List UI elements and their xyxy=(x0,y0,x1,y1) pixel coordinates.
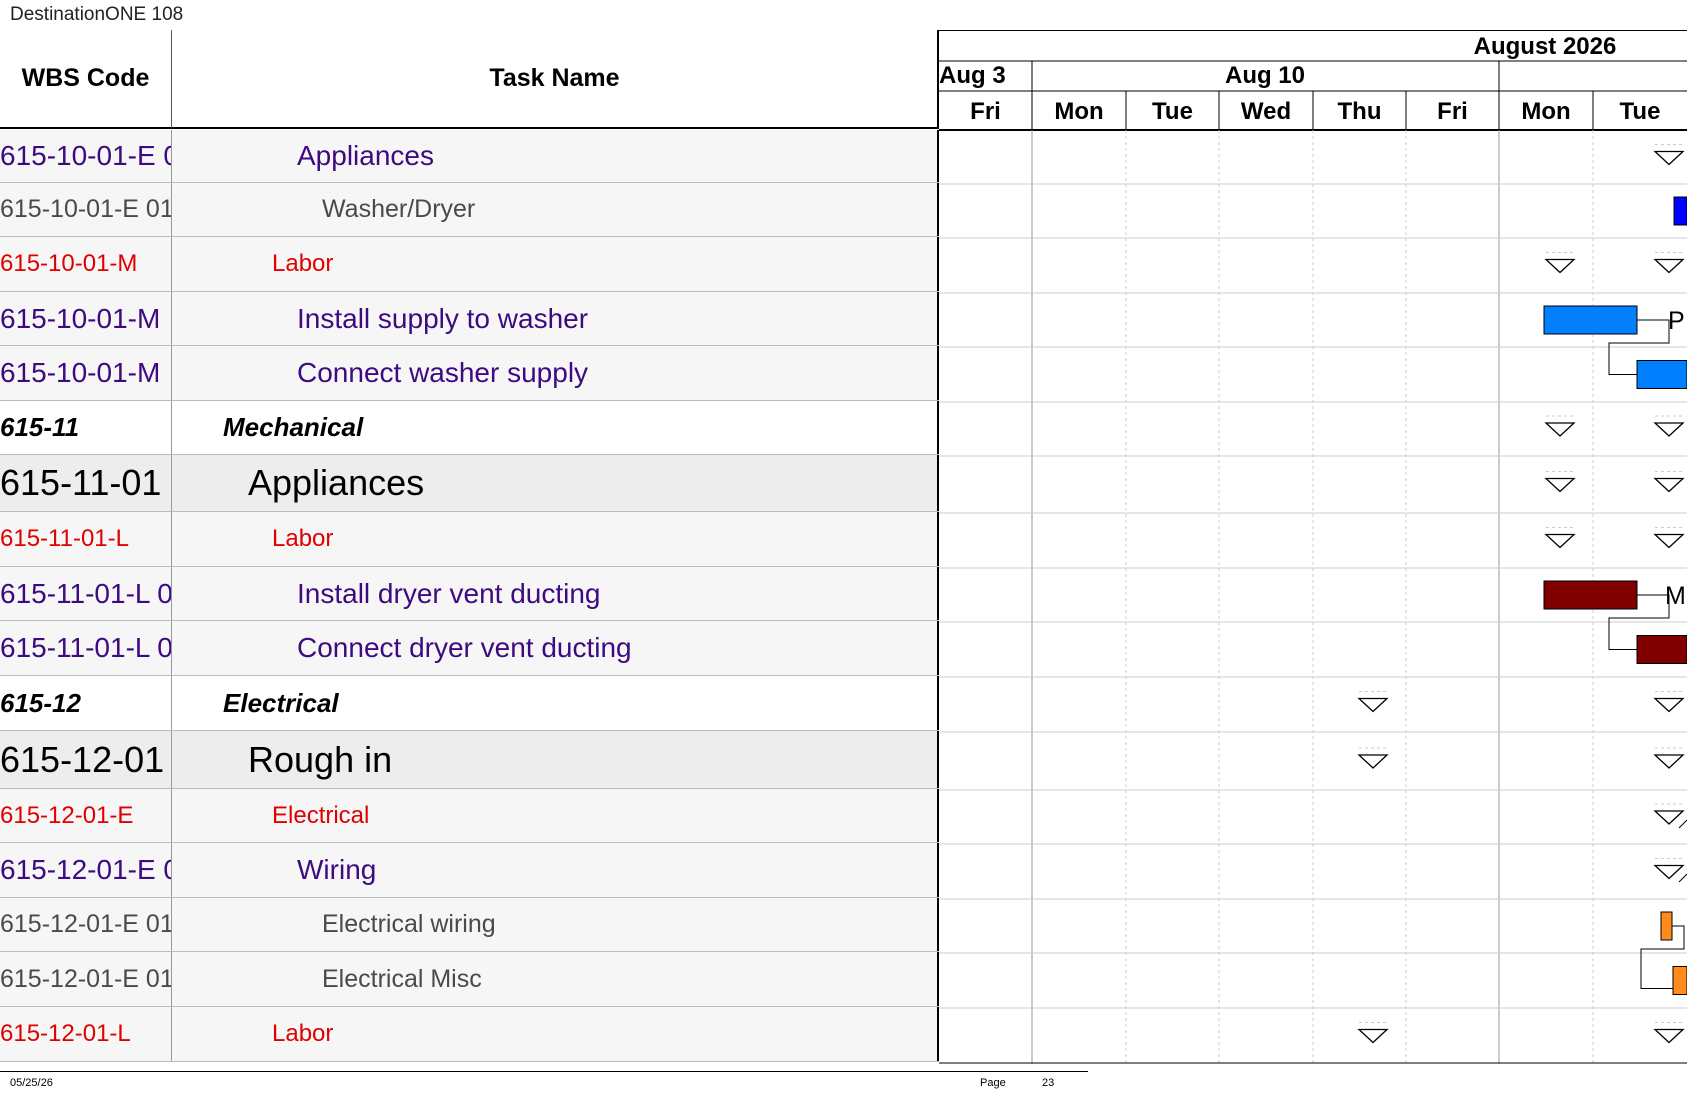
task-name-column-header[interactable]: Task Name xyxy=(172,30,939,129)
summary-marker-icon xyxy=(1653,258,1685,274)
summary-marker-icon xyxy=(1653,150,1685,166)
task-row[interactable]: 615-11-01-L 0 Install dryer vent ducting xyxy=(0,567,939,621)
wbs-code-cell[interactable]: 615-11-01-L 0 xyxy=(0,567,172,620)
timescale-day-label: Mon xyxy=(1054,98,1103,125)
timescale-day-label: Tue xyxy=(1152,98,1193,125)
timescale-day-label: Fri xyxy=(1437,98,1468,125)
task-row[interactable]: 615-12-01-L Labor xyxy=(0,1007,939,1062)
footer-page-number: 23 xyxy=(1042,1077,1055,1089)
wbs-code-column-header[interactable]: WBS Code xyxy=(0,30,172,129)
summary-marker-icon xyxy=(1653,422,1685,437)
task-row[interactable]: 615-11-01 Appliances xyxy=(0,455,939,512)
summary-marker-icon xyxy=(1653,864,1685,880)
summary-marker-icon xyxy=(1544,533,1576,549)
wbs-code-cell[interactable]: 615-12-01-L xyxy=(0,1007,172,1061)
task-name-cell[interactable]: Labor xyxy=(172,512,939,566)
wbs-code-cell[interactable]: 615-11-01-L xyxy=(0,512,172,566)
install-supply-task-bar xyxy=(1543,305,1638,335)
wbs-code-cell[interactable]: 615-11-01-L 0 xyxy=(0,621,172,675)
wbs-code-cell[interactable]: 615-10-01-E 01 xyxy=(0,183,172,236)
task-row[interactable]: 615-12-01-E 01 Electrical Misc xyxy=(0,952,939,1007)
gantt-timescale-svg: August 2026 Aug 3 Aug 10 Fri Mon Tue Wed Thu Fri… xyxy=(939,33,1687,1064)
dependency-link xyxy=(1678,873,1687,883)
task-row[interactable]: 615-12-01-E Electrical xyxy=(0,789,939,843)
task-row[interactable]: 615-10-01-M Connect washer supply xyxy=(0,346,939,401)
wbs-code-cell[interactable]: 615-12 xyxy=(0,676,172,730)
task-row[interactable]: 615-12 Electrical xyxy=(0,676,939,731)
task-row[interactable]: 615-10-01-M Install supply to washer xyxy=(0,292,939,346)
summary-marker-icon xyxy=(1653,477,1685,493)
summary-marker-icon xyxy=(1544,258,1576,274)
task-name-cell[interactable]: Appliances xyxy=(172,130,939,182)
footer-print-date: 05/25/26 xyxy=(10,1077,53,1089)
resource-label: M xyxy=(1665,582,1686,610)
task-name-cell[interactable]: Electrical xyxy=(172,676,939,730)
summary-marker-icon xyxy=(1544,422,1576,437)
timescale-day-label: Tue xyxy=(1620,98,1661,125)
task-row[interactable]: 615-12-01 Rough in xyxy=(0,731,939,789)
timescale-day-label: Fri xyxy=(970,98,1001,125)
summary-marker-icon xyxy=(1653,1028,1685,1044)
wbs-code-cell[interactable]: 615-10-01-M xyxy=(0,237,172,291)
dependency-link xyxy=(1678,819,1687,829)
wbs-code-cell[interactable]: 615-10-01-M xyxy=(0,292,172,345)
wbs-code-cell[interactable]: 615-10-01-M xyxy=(0,346,172,400)
footer-divider xyxy=(0,1071,1088,1072)
task-row[interactable]: 615-12-01-E 0 Wiring xyxy=(0,843,939,898)
task-name-cell[interactable]: Rough in xyxy=(172,731,939,788)
wbs-code-cell[interactable]: 615-10-01-E 0 xyxy=(0,130,172,182)
footer-page-label: Page xyxy=(980,1077,1006,1089)
task-name-cell[interactable]: Connect washer supply xyxy=(172,346,939,400)
document-title: DestinationONE 108 xyxy=(10,4,184,25)
task-row[interactable]: 615-11-01-L 0 Connect dryer vent ducting xyxy=(0,621,939,676)
summary-marker-icon xyxy=(1357,754,1389,769)
summary-marker-icon xyxy=(1544,477,1576,493)
task-row[interactable]: 615-10-01-E 0 Appliances xyxy=(0,130,939,183)
timescale-week-label: Aug 3 xyxy=(939,62,1006,89)
wbs-code-cell[interactable]: 615-12-01-E xyxy=(0,789,172,842)
summary-marker-icon xyxy=(1357,1028,1389,1044)
wbs-code-cell[interactable]: 615-12-01 xyxy=(0,731,172,788)
task-name-cell[interactable]: Mechanical xyxy=(172,401,939,454)
wbs-code-cell[interactable]: 615-12-01-E 01 xyxy=(0,898,172,951)
task-name-cell[interactable]: Connect dryer vent ducting xyxy=(172,621,939,675)
task-row[interactable]: 615-10-01-M Labor xyxy=(0,237,939,292)
task-row[interactable]: 615-12-01-E 01 Electrical wiring xyxy=(0,898,939,952)
task-name-cell[interactable]: Appliances xyxy=(172,455,939,511)
task-row[interactable]: 615-11-01-L Labor xyxy=(0,512,939,567)
connect-dryer-vent-task-bar xyxy=(1636,635,1687,664)
task-name-cell[interactable]: Electrical Misc xyxy=(172,952,939,1006)
install-dryer-vent-task-bar xyxy=(1543,580,1638,610)
summary-marker-icon xyxy=(1653,810,1685,825)
task-name-cell[interactable]: Labor xyxy=(172,1007,939,1061)
electrical-wiring-task-bar xyxy=(1660,911,1673,941)
summary-marker-icon xyxy=(1653,697,1685,713)
timescale-day-label: Wed xyxy=(1241,98,1291,125)
wbs-code-cell[interactable]: 615-12-01-E 01 xyxy=(0,952,172,1006)
task-name-cell[interactable]: Electrical xyxy=(172,789,939,842)
task-row[interactable]: 615-10-01-E 01 Washer/Dryer xyxy=(0,183,939,237)
wbs-code-cell[interactable]: 615-12-01-E 0 xyxy=(0,843,172,897)
resource-label: P xyxy=(1668,307,1685,335)
task-name-cell[interactable]: Install dryer vent ducting xyxy=(172,567,939,620)
timescale-day-label: Mon xyxy=(1521,98,1570,125)
washer-dryer-task-bar xyxy=(1673,196,1687,226)
summary-marker-icon xyxy=(1357,697,1389,713)
task-name-cell[interactable]: Electrical wiring xyxy=(172,898,939,951)
summary-marker-icon xyxy=(1653,754,1685,769)
task-name-cell[interactable]: Wiring xyxy=(172,843,939,897)
task-name-cell[interactable]: Washer/Dryer xyxy=(172,183,939,236)
timescale-month-label: August 2026 xyxy=(1474,33,1617,60)
electrical-misc-task-bar xyxy=(1672,966,1687,995)
wbs-code-cell[interactable]: 615-11 xyxy=(0,401,172,454)
task-name-cell[interactable]: Labor xyxy=(172,237,939,291)
task-name-cell[interactable]: Install supply to washer xyxy=(172,292,939,345)
connect-washer-supply-task-bar xyxy=(1636,360,1687,389)
task-row[interactable]: 615-11 Mechanical xyxy=(0,401,939,455)
gantt-chart[interactable]: August 2026 Aug 3 Aug 10 Fri Mon Tue Wed Thu Fri… xyxy=(939,30,1687,1064)
timescale-week-label: Aug 10 xyxy=(1225,62,1305,89)
summary-marker-icon xyxy=(1653,533,1685,549)
wbs-code-cell[interactable]: 615-11-01 xyxy=(0,455,172,511)
timescale-day-label: Thu xyxy=(1338,98,1382,125)
